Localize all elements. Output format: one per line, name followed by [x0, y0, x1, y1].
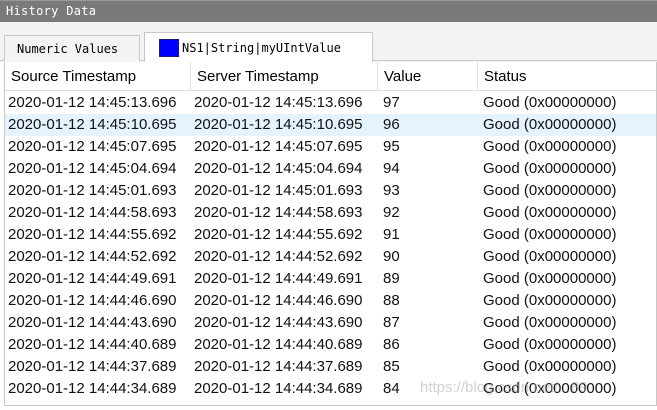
status-cell: Good (0x00000000): [483, 226, 617, 243]
value-cell: 88: [383, 292, 400, 309]
column-header-status[interactable]: Status: [478, 62, 656, 91]
tab-label: Numeric Values: [17, 41, 119, 56]
value-cell: 94: [383, 160, 400, 177]
table-row[interactable]: 2020-01-12 14:44:49.691 2020-01-12 14:44:…: [5, 268, 656, 290]
window-title: History Data: [6, 4, 97, 18]
column-header-server-timestamp[interactable]: Server Timestamp: [191, 62, 378, 91]
tab-numeric-values[interactable]: Numeric Values: [4, 35, 140, 61]
table-row[interactable]: 2020-01-12 14:44:43.690 2020-01-12 14:44:…: [5, 312, 656, 334]
source-timestamp-cell: 2020-01-12 14:45:13.696: [8, 94, 177, 111]
source-timestamp-cell: 2020-01-12 14:44:52.692: [8, 248, 177, 265]
status-cell: Good (0x00000000): [483, 138, 617, 155]
value-cell: 96: [383, 116, 400, 133]
table-row[interactable]: 2020-01-12 14:44:55.692 2020-01-12 14:44:…: [5, 224, 656, 246]
source-timestamp-cell: 2020-01-12 14:44:43.690: [8, 314, 177, 331]
status-cell: Good (0x00000000): [483, 270, 617, 287]
status-cell: Good (0x00000000): [483, 204, 617, 221]
status-cell: Good (0x00000000): [483, 182, 617, 199]
value-cell: 89: [383, 270, 400, 287]
source-timestamp-cell: 2020-01-12 14:44:40.689: [8, 336, 177, 353]
server-timestamp-cell: 2020-01-12 14:45:07.695: [194, 138, 363, 155]
server-timestamp-cell: 2020-01-12 14:44:37.689: [194, 358, 363, 375]
server-timestamp-cell: 2020-01-12 14:44:55.692: [194, 226, 363, 243]
source-timestamp-cell: 2020-01-12 14:44:58.693: [8, 204, 177, 221]
series-color-swatch: [159, 38, 179, 57]
column-header-value[interactable]: Value: [378, 62, 478, 91]
table-row[interactable]: 2020-01-12 14:45:04.694 2020-01-12 14:45:…: [5, 158, 656, 180]
server-timestamp-cell: 2020-01-12 14:45:13.696: [194, 94, 363, 111]
source-timestamp-cell: 2020-01-12 14:44:49.691: [8, 270, 177, 287]
source-timestamp-cell: 2020-01-12 14:45:10.695: [8, 116, 177, 133]
table-row[interactable]: 2020-01-12 14:45:01.693 2020-01-12 14:45:…: [5, 180, 656, 202]
server-timestamp-cell: 2020-01-12 14:44:40.689: [194, 336, 363, 353]
source-timestamp-cell: 2020-01-12 14:44:55.692: [8, 226, 177, 243]
server-timestamp-cell: 2020-01-12 14:45:04.694: [194, 160, 363, 177]
server-timestamp-cell: 2020-01-12 14:44:43.690: [194, 314, 363, 331]
status-cell: Good (0x00000000): [483, 94, 617, 111]
value-cell: 90: [383, 248, 400, 265]
value-cell: 95: [383, 138, 400, 155]
tab-ns1-string-myuintvalue[interactable]: NS1|String|myUIntValue: [144, 32, 373, 62]
status-cell: Good (0x00000000): [483, 314, 617, 331]
tab-label: NS1|String|myUIntValue: [182, 40, 341, 55]
column-header-source-timestamp[interactable]: Source Timestamp: [5, 62, 191, 91]
table-header: Source Timestamp Server Timestamp Value …: [5, 62, 656, 91]
source-timestamp-cell: 2020-01-12 14:44:37.689: [8, 358, 177, 375]
table-row[interactable]: 2020-01-12 14:45:10.695 2020-01-12 14:45:…: [5, 114, 656, 136]
watermark: https://blog.csdn.net/...89: [420, 379, 588, 396]
table-body: 2020-01-12 14:45:13.696 2020-01-12 14:45:…: [5, 92, 656, 400]
value-cell: 97: [383, 94, 400, 111]
server-timestamp-cell: 2020-01-12 14:44:46.690: [194, 292, 363, 309]
server-timestamp-cell: 2020-01-12 14:44:49.691: [194, 270, 363, 287]
status-cell: Good (0x00000000): [483, 248, 617, 265]
table-row[interactable]: 2020-01-12 14:44:58.693 2020-01-12 14:44:…: [5, 202, 656, 224]
table-row[interactable]: 2020-01-12 14:44:52.692 2020-01-12 14:44:…: [5, 246, 656, 268]
table-row[interactable]: 2020-01-12 14:44:40.689 2020-01-12 14:44:…: [5, 334, 656, 356]
table-row[interactable]: 2020-01-12 14:44:37.689 2020-01-12 14:44:…: [5, 356, 656, 378]
source-timestamp-cell: 2020-01-12 14:45:04.694: [8, 160, 177, 177]
source-timestamp-cell: 2020-01-12 14:45:07.695: [8, 138, 177, 155]
source-timestamp-cell: 2020-01-12 14:44:34.689: [8, 380, 177, 397]
status-cell: Good (0x00000000): [483, 160, 617, 177]
value-cell: 92: [383, 204, 400, 221]
window-titlebar: History Data: [0, 0, 657, 22]
value-cell: 93: [383, 182, 400, 199]
table-row[interactable]: 2020-01-12 14:44:46.690 2020-01-12 14:44:…: [5, 290, 656, 312]
server-timestamp-cell: 2020-01-12 14:45:10.695: [194, 116, 363, 133]
value-cell: 85: [383, 358, 400, 375]
status-cell: Good (0x00000000): [483, 116, 617, 133]
table-row[interactable]: 2020-01-12 14:45:07.695 2020-01-12 14:45:…: [5, 136, 656, 158]
server-timestamp-cell: 2020-01-12 14:44:34.689: [194, 380, 363, 397]
server-timestamp-cell: 2020-01-12 14:44:52.692: [194, 248, 363, 265]
server-timestamp-cell: 2020-01-12 14:44:58.693: [194, 204, 363, 221]
status-cell: Good (0x00000000): [483, 292, 617, 309]
value-cell: 86: [383, 336, 400, 353]
server-timestamp-cell: 2020-01-12 14:45:01.693: [194, 182, 363, 199]
source-timestamp-cell: 2020-01-12 14:44:46.690: [8, 292, 177, 309]
table-row[interactable]: 2020-01-12 14:45:13.696 2020-01-12 14:45:…: [5, 92, 656, 114]
status-cell: Good (0x00000000): [483, 336, 617, 353]
tab-strip: Numeric Values NS1|String|myUIntValue: [0, 22, 657, 62]
value-cell: 91: [383, 226, 400, 243]
status-cell: Good (0x00000000): [483, 358, 617, 375]
value-cell: 87: [383, 314, 400, 331]
history-data-table: Source Timestamp Server Timestamp Value …: [4, 62, 657, 406]
source-timestamp-cell: 2020-01-12 14:45:01.693: [8, 182, 177, 199]
